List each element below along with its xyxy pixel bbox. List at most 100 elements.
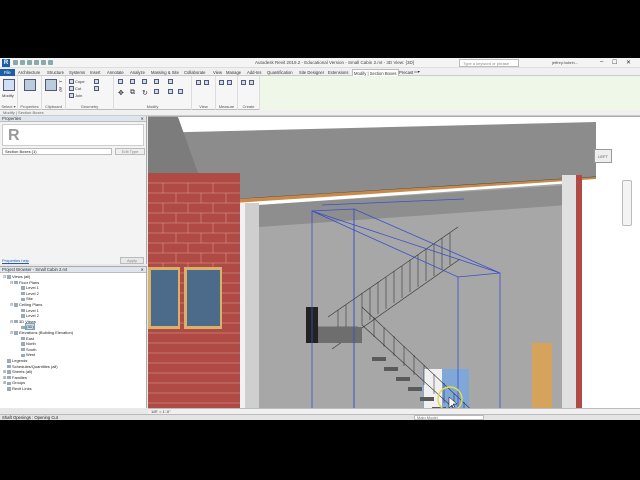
view-node-icon xyxy=(21,353,25,357)
view-node-icon xyxy=(21,308,25,313)
create-group: Create xyxy=(238,76,260,110)
tab-insert[interactable]: Insert xyxy=(89,69,101,76)
3d-model-view[interactable] xyxy=(148,117,640,408)
close-icon[interactable]: ✕ xyxy=(140,267,144,273)
open-icon[interactable] xyxy=(13,60,18,65)
view-node-icon xyxy=(21,286,25,290)
tab-view[interactable]: View xyxy=(212,69,223,76)
clipboard-group-label: Clipboard xyxy=(44,104,63,109)
tab-site-designer[interactable]: Site Designer xyxy=(298,69,325,76)
cope-icon xyxy=(69,79,74,85)
save-icon[interactable] xyxy=(20,60,25,65)
browser-node-label: Families xyxy=(12,374,27,380)
properties-icon[interactable] xyxy=(24,79,36,91)
browser-node-label: Level 2 xyxy=(26,290,39,296)
revit-logo-icon[interactable]: R xyxy=(2,59,10,67)
browser-node-label: East xyxy=(26,335,35,341)
browser-node-label: Level 1 xyxy=(26,285,39,291)
browser-node-label: Level 2 xyxy=(26,313,39,319)
browser-node-label: Ceiling Plans xyxy=(19,301,43,307)
browser-node-label: Schedules/Quantities (all) xyxy=(12,363,58,369)
wall-joins-icon[interactable] xyxy=(94,86,100,92)
tab-manage[interactable]: Manage xyxy=(225,69,242,76)
wall-edge xyxy=(245,203,259,408)
view-node-icon xyxy=(14,303,18,307)
dimension-icon[interactable] xyxy=(227,80,233,86)
cope-button[interactable]: Cope xyxy=(69,79,85,85)
mirror-icon[interactable] xyxy=(142,79,148,85)
browser-node-label: Views (all) xyxy=(12,274,31,279)
create-group-label: Create xyxy=(242,104,255,109)
override-icon[interactable] xyxy=(204,80,210,86)
view-node-icon xyxy=(7,359,11,363)
tab-massing-site[interactable]: Massing & Site xyxy=(150,69,180,76)
window-glass-right xyxy=(187,270,220,326)
tab-collaborate[interactable]: Collaborate xyxy=(183,69,206,76)
move-icon[interactable]: ✥ xyxy=(118,89,124,97)
browser-node-label: South xyxy=(26,346,37,352)
user-account[interactable]: jeffrey.hobrin... xyxy=(552,60,578,65)
navigation-bar[interactable] xyxy=(622,180,632,226)
paint-icon[interactable] xyxy=(94,79,100,85)
browser-node-label: {3D} xyxy=(25,323,35,331)
scale-icon[interactable] xyxy=(178,89,184,95)
rotate-icon[interactable]: ↻ xyxy=(142,89,148,97)
tab-structure[interactable]: Structure xyxy=(46,69,65,76)
measure-icon[interactable] xyxy=(48,60,53,65)
tab-precast[interactable]: Precast xyxy=(398,69,414,76)
tab-systems[interactable]: Systems xyxy=(68,69,86,76)
offset-icon[interactable] xyxy=(130,79,136,85)
minimize-button[interactable]: – xyxy=(600,59,603,65)
modify-icon[interactable] xyxy=(3,79,15,91)
create-assembly-icon[interactable] xyxy=(241,80,247,86)
cut-button[interactable]: Cut xyxy=(69,86,81,92)
search-input[interactable]: Type a keyword or phrase xyxy=(459,59,519,67)
type-selector[interactable]: Section Boxes (1) xyxy=(2,148,112,155)
copy-icon[interactable]: ⧉ xyxy=(130,89,135,97)
mirror-draw-icon[interactable] xyxy=(154,79,160,85)
modify-button-label[interactable]: Modify xyxy=(2,93,14,98)
browser-node[interactable]: Revit Links xyxy=(0,386,147,392)
ribbon-options-icon[interactable]: ▭▾ xyxy=(414,69,420,74)
array-icon[interactable] xyxy=(168,89,174,95)
hide-icon[interactable] xyxy=(196,80,202,86)
select-group-label[interactable]: Select ▾ xyxy=(0,104,17,109)
align-icon[interactable] xyxy=(118,79,124,85)
join-button[interactable]: Join xyxy=(69,93,82,99)
paste-icon[interactable] xyxy=(45,79,57,91)
tab-architecture[interactable]: Architecture xyxy=(17,69,41,76)
tab-analyze[interactable]: Analyze xyxy=(129,69,146,76)
undo-icon[interactable] xyxy=(27,60,32,65)
redo-icon[interactable] xyxy=(34,60,39,65)
properties-group-label: Properties xyxy=(20,104,39,109)
browser-node-label: 3D Views xyxy=(19,318,36,324)
model-selector[interactable]: Main Model xyxy=(414,415,484,420)
cut-clip-icon[interactable]: ✂ xyxy=(59,79,62,84)
tab-add-ins[interactable]: Add-Ins xyxy=(246,69,262,76)
tab-extensions[interactable]: Extensions xyxy=(327,69,349,76)
trim-icon[interactable] xyxy=(154,89,160,95)
edit-type-button[interactable]: Edit Type xyxy=(115,148,145,155)
tab-modify-section-boxes[interactable]: Modify | Section Boxes xyxy=(352,69,399,76)
view-node-icon xyxy=(14,331,18,335)
copy-clip-icon[interactable]: ⎘ xyxy=(59,87,62,92)
tab-quantification[interactable]: Quantification xyxy=(266,69,294,76)
properties-help-link[interactable]: Properties help xyxy=(2,258,29,263)
properties-group: Properties xyxy=(18,76,42,110)
measure-tool-icon[interactable] xyxy=(219,80,225,86)
view-node-icon xyxy=(14,319,18,324)
clipboard-group: ✂ ⎘ Clipboard xyxy=(42,76,66,110)
tab-file[interactable]: File xyxy=(0,69,15,76)
maximize-button[interactable]: ☐ xyxy=(612,59,617,66)
tab-annotate[interactable]: Annotate xyxy=(106,69,125,76)
split-icon[interactable] xyxy=(168,79,174,85)
print-icon[interactable] xyxy=(41,60,46,65)
close-icon[interactable]: ✕ xyxy=(140,116,144,122)
close-button[interactable]: ✕ xyxy=(626,59,631,66)
viewcube[interactable]: LEFT xyxy=(594,149,612,163)
create-parts-icon[interactable] xyxy=(249,80,255,86)
view-node-icon xyxy=(21,325,25,329)
apply-button[interactable]: Apply xyxy=(120,257,144,264)
select-group: Modify Select ▾ xyxy=(0,76,18,110)
3d-viewport[interactable]: LEFT xyxy=(148,116,640,408)
